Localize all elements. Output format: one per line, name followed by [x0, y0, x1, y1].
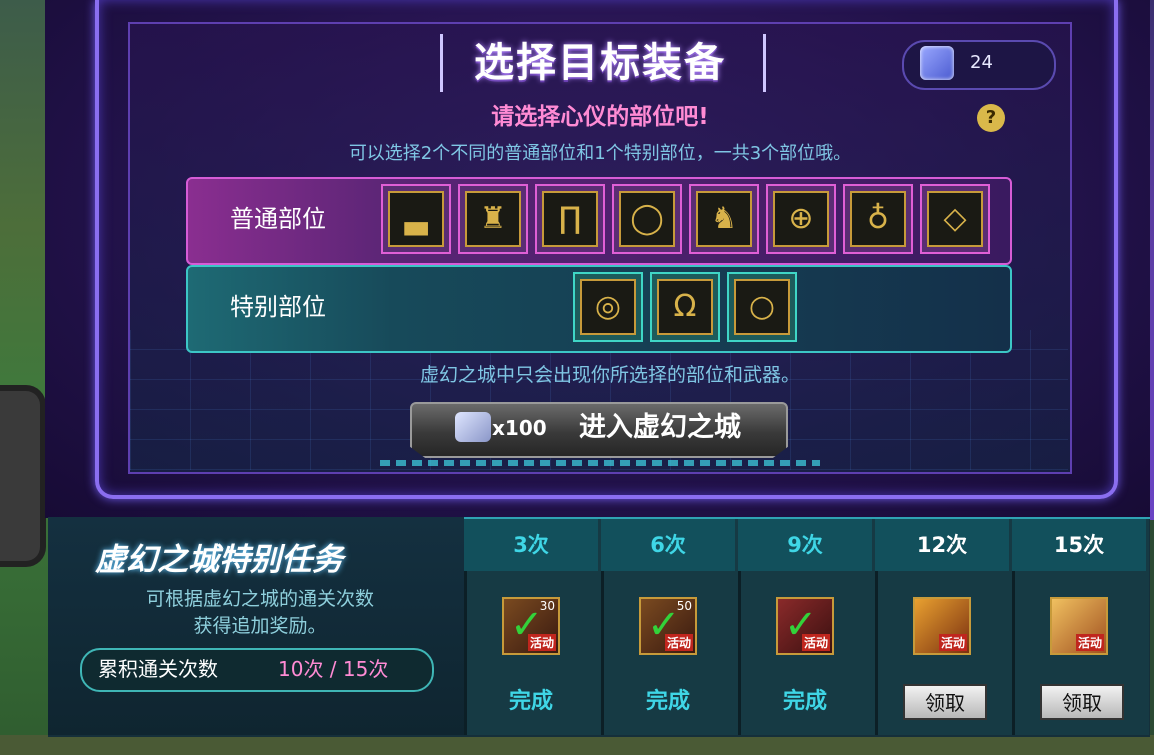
hook-decoration: [0, 385, 46, 567]
slot-earring[interactable]: ♁: [843, 184, 913, 254]
currency-value: 24: [970, 52, 993, 73]
reward-status: 完成: [508, 689, 553, 714]
reward-item-icon[interactable]: 30 ✓ 活动: [502, 597, 560, 655]
ring-icon: ○: [734, 279, 790, 335]
clear-count-label: 累积通关次数: [98, 657, 218, 681]
event-tag: 活动: [801, 634, 830, 651]
slot-pants[interactable]: ∏: [535, 184, 605, 254]
bracelet-icon: ⊕: [773, 191, 829, 247]
slot-shoulder[interactable]: ▃: [381, 184, 451, 254]
background-scene-bottom: [0, 735, 1154, 755]
page-title: 选择目标装备: [474, 40, 726, 86]
slot-special-ring[interactable]: ○: [727, 272, 797, 342]
ticket-icon: [920, 46, 954, 80]
selection-note: 虚幻之城中只会出现你所选择的部位和武器。: [419, 364, 800, 386]
bracelet-icon: ◎: [580, 279, 636, 335]
event-tag: 活动: [1075, 634, 1104, 651]
reward-threshold: 12次: [875, 519, 1009, 571]
clear-count-value: 10次 / 15次: [278, 657, 389, 681]
help-icon[interactable]: ?: [977, 104, 1005, 132]
reward-threshold: 15次: [1012, 519, 1146, 571]
shoes-icon: ♞: [696, 191, 752, 247]
pants-icon: ∏: [542, 191, 598, 247]
reward-threshold: 9次: [738, 519, 872, 571]
instruction-text: 可以选择2个不同的普通部位和1个特别部位，一共3个部位哦。: [348, 143, 852, 164]
claim-button[interactable]: 领取: [903, 684, 987, 720]
slot-special-necklace[interactable]: Ω: [650, 272, 720, 342]
reward-status: 完成: [782, 689, 827, 714]
ticket-icon: [455, 412, 491, 442]
event-tag: 活动: [938, 634, 967, 651]
mission-desc-line2: 获得追加奖励。: [193, 615, 327, 637]
slot-gem[interactable]: ◇: [920, 184, 990, 254]
reward-threshold: 3次: [464, 519, 598, 571]
earring-icon: ♁: [850, 191, 906, 247]
top-icon: ♜: [465, 191, 521, 247]
decorative-bar: [380, 460, 820, 466]
enter-city-label: 进入虚幻之城: [579, 412, 741, 443]
reward-item-icon[interactable]: ✓ 活动: [776, 597, 834, 655]
subtitle: 请选择心仪的部位吧!: [491, 104, 709, 130]
reward-item-icon[interactable]: 50 ✓ 活动: [639, 597, 697, 655]
necklace-icon: Ω: [657, 279, 713, 335]
special-parts-label: 特别部位: [230, 293, 326, 321]
event-tag: 活动: [527, 634, 556, 651]
normal-parts-label: 普通部位: [230, 205, 326, 233]
slot-belt[interactable]: ◯: [612, 184, 682, 254]
mission-description: 可根据虚幻之城的通关次数 获得追加奖励。: [95, 586, 425, 642]
slot-top[interactable]: ♜: [458, 184, 528, 254]
belt-icon: ◯: [619, 191, 675, 247]
claim-button[interactable]: 领取: [1040, 684, 1124, 720]
shoulder-icon: ▃: [388, 191, 444, 247]
reward-item-icon[interactable]: 活动: [913, 597, 971, 655]
gem-icon: ◇: [927, 191, 983, 247]
mission-desc-line1: 可根据虚幻之城的通关次数: [145, 588, 374, 610]
slot-bracelet[interactable]: ⊕: [766, 184, 836, 254]
event-tag: 活动: [664, 634, 693, 651]
slot-shoes[interactable]: ♞: [689, 184, 759, 254]
mission-title: 虚幻之城特别任务: [95, 542, 343, 578]
reward-threshold: 6次: [601, 519, 735, 571]
slot-special-bracelet[interactable]: ◎: [573, 272, 643, 342]
enter-cost: x100: [492, 416, 547, 440]
reward-status: 完成: [645, 689, 690, 714]
reward-item-icon[interactable]: 活动: [1050, 597, 1108, 655]
